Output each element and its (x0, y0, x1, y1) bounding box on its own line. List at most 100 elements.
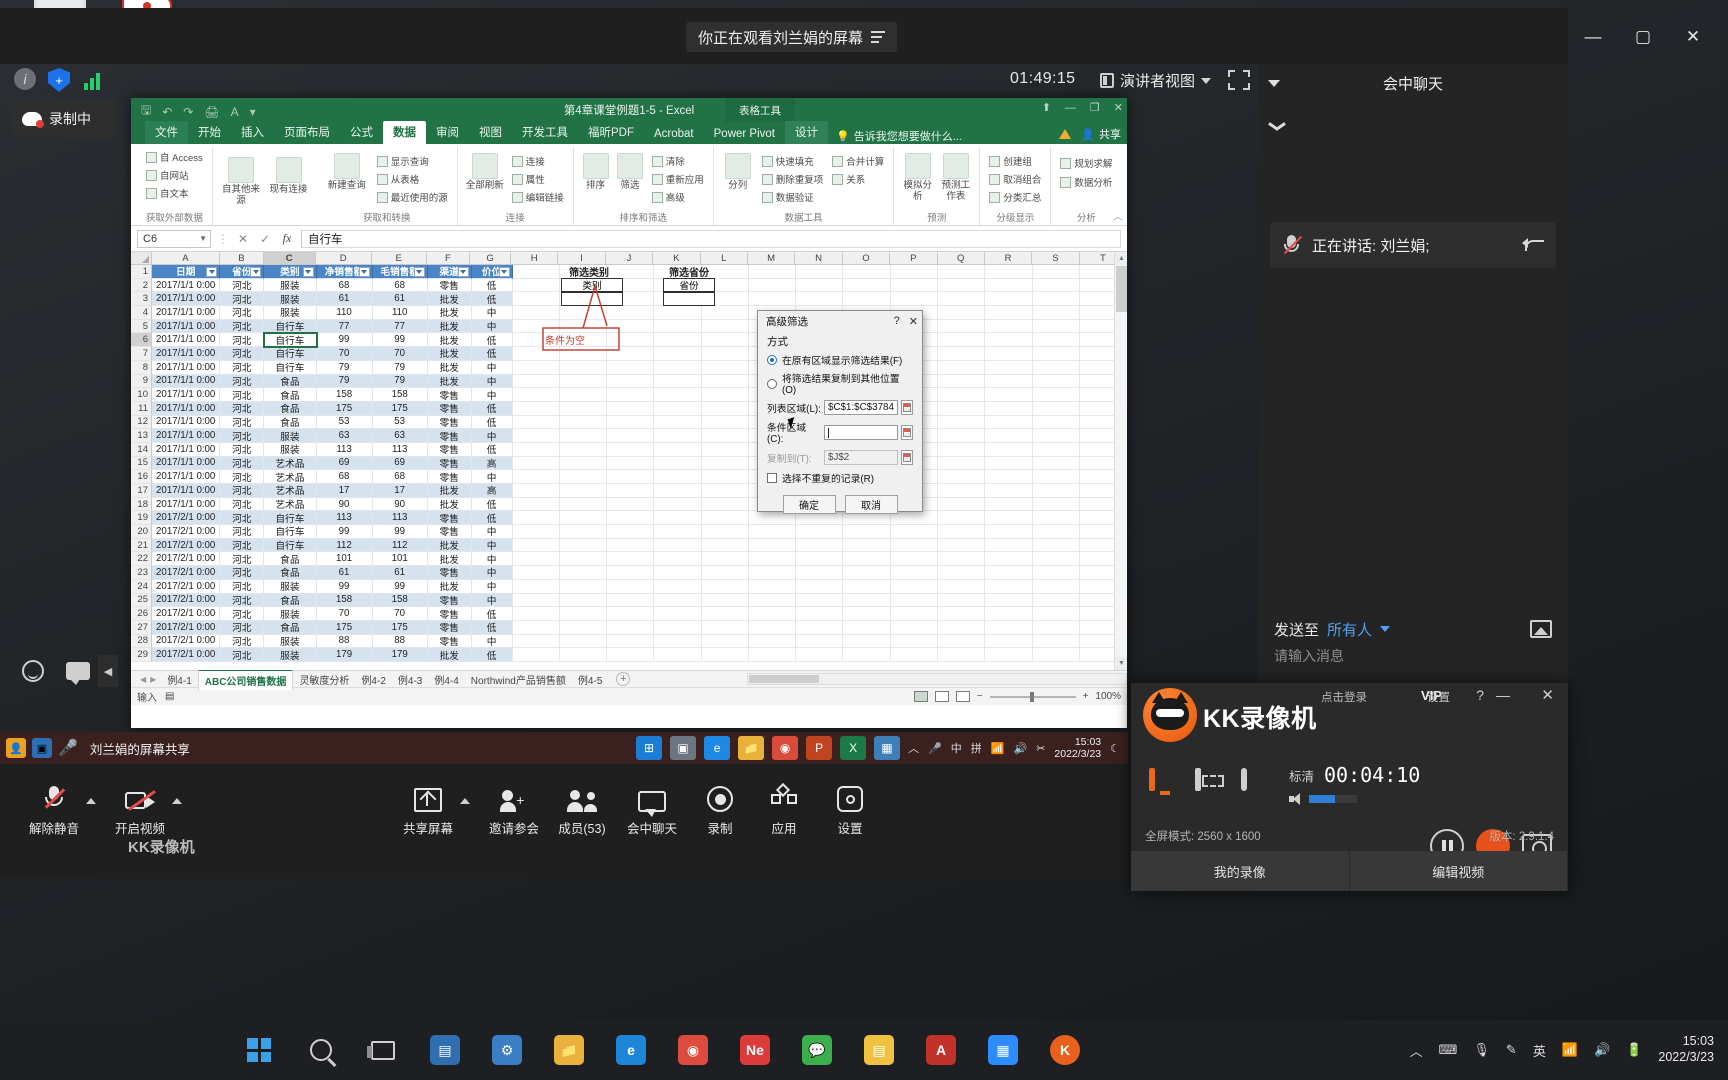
sheet-tab-2[interactable]: 灵敏度分析 (293, 670, 355, 689)
cell-H9[interactable] (512, 374, 560, 389)
filter-dropdown-icon[interactable] (302, 267, 314, 277)
sheet-nav-arrows[interactable]: ◀ ▶ (135, 675, 161, 684)
cell-C12[interactable]: 食品 (264, 415, 317, 430)
cell-D12[interactable]: 53 (316, 415, 373, 430)
cell-L20[interactable] (701, 525, 749, 539)
cell-D7[interactable]: 70 (316, 347, 373, 361)
cell-Q11[interactable] (937, 401, 986, 416)
tray-speaker-icon[interactable]: 🔊 (1594, 1042, 1610, 1058)
cell-C25[interactable]: 食品 (264, 593, 317, 608)
empty-cell[interactable] (748, 265, 797, 279)
cell-C16[interactable]: 艺术品 (264, 470, 317, 484)
zoom-slider[interactable] (989, 691, 1076, 702)
ribbon-item-reapply[interactable]: 重新应用 (650, 171, 706, 187)
cell-E22[interactable]: 101 (372, 552, 428, 567)
kk-settings-button[interactable]: 设置 (1427, 689, 1450, 705)
cell-E16[interactable]: 68 (372, 470, 428, 484)
table-row[interactable]: 9 2017/1/1 0:00 河北 食品 79 79 批发中 (131, 374, 1127, 389)
sheet-tab-1[interactable]: ABC公司销售数据 (197, 668, 294, 690)
cell-L5[interactable] (701, 319, 749, 334)
cell-H19[interactable] (512, 511, 560, 526)
cell-A6[interactable]: 2017/1/1 0:00 (152, 333, 221, 348)
row-header-7[interactable]: 7 (131, 347, 152, 361)
panel-collapse-button[interactable]: ◀ (98, 655, 118, 687)
cell-G3[interactable]: 低 (471, 292, 513, 307)
cell-A14[interactable]: 2017/1/1 0:00 (152, 442, 221, 457)
cell-G22[interactable]: 中 (471, 552, 513, 567)
taskbar-app-chrome[interactable]: ◉ (662, 1020, 724, 1080)
cell-N2[interactable] (796, 278, 844, 293)
ribbon-item-from-table[interactable]: 从表格 (375, 171, 450, 187)
ribbon-item-consolidate[interactable]: 合并计算 (830, 153, 886, 169)
cell-O22[interactable] (843, 552, 891, 567)
taskbar-zoom-icon[interactable]: ▦ (874, 736, 901, 760)
cell-Q19[interactable] (937, 511, 986, 526)
cell-S3[interactable] (1032, 292, 1080, 307)
cell-S24[interactable] (1032, 579, 1080, 594)
cell-R29[interactable] (985, 648, 1033, 662)
cell-B27[interactable]: 河北 (220, 620, 265, 635)
cell-E5[interactable]: 77 (372, 319, 428, 334)
table-row[interactable]: 29 2017/2/1 0:00 河北 服装 179 179 批发低 (131, 648, 1127, 662)
cell-G8[interactable]: 中 (471, 360, 513, 375)
task-view-button[interactable] (352, 1020, 414, 1080)
taskbar-app-acrobat[interactable]: A (910, 1020, 972, 1080)
cell-D20[interactable]: 99 (316, 525, 373, 539)
tray-pinyin-icon[interactable]: 拼 (971, 740, 982, 756)
kk-my-recordings-button[interactable]: 我的录像 (1131, 851, 1350, 891)
cell-P20[interactable] (890, 525, 938, 539)
tray-keyboard-icon[interactable]: ⌨ (1439, 1042, 1458, 1058)
cell-R6[interactable] (985, 333, 1033, 348)
ribbon-item-from-web[interactable]: 自网站 (144, 167, 191, 183)
cell-E7[interactable]: 70 (372, 347, 428, 361)
cell-J27[interactable] (607, 620, 655, 635)
row-header-5[interactable]: 5 (131, 319, 152, 334)
name-box[interactable]: C6 ▼ (137, 229, 211, 248)
cell-S26[interactable] (1032, 607, 1080, 621)
column-header-D[interactable]: D (315, 252, 372, 264)
cell-L16[interactable] (701, 470, 749, 484)
tab-file[interactable]: 文件 (145, 121, 188, 144)
tab-acrobat[interactable]: Acrobat (644, 125, 704, 144)
cell-A15[interactable]: 2017/1/1 0:00 (152, 456, 221, 471)
cell-P28[interactable] (890, 634, 938, 649)
cell-K7[interactable] (654, 347, 702, 361)
cell-C17[interactable]: 艺术品 (264, 484, 317, 498)
taskbar-app-edge[interactable]: e (600, 1020, 662, 1080)
cell-F17[interactable]: 批发 (427, 484, 472, 498)
kk-close-icon[interactable]: ✕ (1541, 686, 1554, 704)
cell-G26[interactable]: 低 (471, 607, 513, 621)
unique-records-row[interactable]: 选择不重复的记录(R) (767, 471, 913, 485)
cancel-button[interactable]: 取消 (844, 495, 898, 514)
cell-R10[interactable] (985, 388, 1033, 402)
fullscreen-icon[interactable] (1228, 70, 1250, 90)
cell-F21[interactable]: 批发 (427, 538, 472, 553)
cell-G23[interactable]: 中 (471, 566, 513, 580)
cell-I8[interactable] (559, 360, 608, 375)
cell-H11[interactable] (512, 401, 560, 416)
row-header-23[interactable]: 23 (131, 566, 152, 580)
tab-insert[interactable]: 插入 (231, 121, 274, 144)
row-header-8[interactable]: 8 (131, 360, 152, 375)
filter-dropdown-icon[interactable] (413, 267, 425, 277)
cell-S11[interactable] (1032, 401, 1080, 416)
cell-B28[interactable]: 河北 (220, 634, 265, 649)
cell-A8[interactable]: 2017/1/1 0:00 (152, 360, 221, 375)
cell-I27[interactable] (559, 620, 608, 635)
cell-Q28[interactable] (937, 634, 986, 649)
emoji-reaction-icon[interactable] (22, 660, 44, 682)
cell-J7[interactable] (607, 347, 655, 361)
sheet-nav-prev-icon[interactable]: ▶ (150, 675, 156, 684)
cell-I4[interactable] (559, 306, 608, 320)
cell-M23[interactable] (748, 566, 797, 580)
cell-E14[interactable]: 113 (372, 442, 428, 457)
cell-J22[interactable] (607, 552, 655, 567)
cell-H28[interactable] (512, 634, 560, 649)
cell-S15[interactable] (1032, 456, 1080, 471)
kk-quality-label[interactable]: 标清 (1289, 766, 1314, 785)
cell-M27[interactable] (748, 620, 797, 635)
table-row[interactable]: 12 2017/1/1 0:00 河北 食品 53 53 零售低 (131, 415, 1127, 430)
cell-B8[interactable]: 河北 (220, 360, 265, 375)
cell-B7[interactable]: 河北 (220, 347, 265, 361)
cell-F26[interactable]: 零售 (427, 607, 472, 621)
